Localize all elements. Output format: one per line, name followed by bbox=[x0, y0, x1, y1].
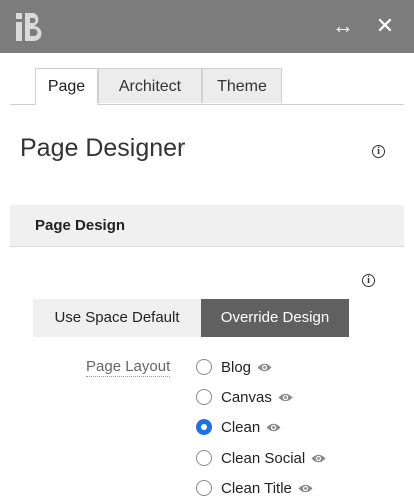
radio-button[interactable] bbox=[196, 359, 212, 375]
layout-option-canvas[interactable]: Canvas bbox=[196, 386, 293, 408]
page-layout-label: Page Layout bbox=[86, 358, 171, 377]
radio-button[interactable] bbox=[196, 480, 212, 496]
info-icon[interactable]: i bbox=[372, 145, 385, 158]
tab-page[interactable]: Page bbox=[35, 68, 98, 105]
ib-logo-icon bbox=[16, 13, 42, 41]
radio-button[interactable] bbox=[196, 450, 212, 466]
layout-option-label: Clean Social bbox=[221, 449, 306, 467]
layout-option-label: Clean Title bbox=[221, 479, 292, 497]
override-design-button[interactable]: Override Design bbox=[201, 299, 349, 337]
tab-bar: Page Architect Theme bbox=[10, 68, 404, 105]
close-icon[interactable]: ✕ bbox=[372, 12, 398, 40]
expand-icon[interactable]: ↔ bbox=[328, 12, 358, 40]
use-space-default-button[interactable]: Use Space Default bbox=[33, 299, 201, 337]
eye-icon[interactable] bbox=[266, 422, 281, 433]
layout-option-label: Canvas bbox=[221, 388, 272, 406]
layout-option-blog[interactable]: Blog bbox=[196, 356, 272, 378]
eye-icon[interactable] bbox=[278, 392, 293, 403]
radio-button[interactable] bbox=[196, 419, 212, 435]
section-header: Page Design bbox=[10, 205, 404, 247]
layout-option-clean-social[interactable]: Clean Social bbox=[196, 447, 326, 469]
panel-titlebar: ↔ ✕ bbox=[0, 0, 414, 53]
layout-option-clean[interactable]: Clean bbox=[196, 416, 281, 438]
section-title: Page Design bbox=[35, 217, 126, 234]
layout-option-label: Blog bbox=[221, 358, 252, 376]
layout-option-label: Clean bbox=[221, 418, 261, 436]
tab-architect[interactable]: Architect bbox=[98, 68, 202, 103]
eye-icon[interactable] bbox=[298, 483, 313, 494]
tab-theme[interactable]: Theme bbox=[202, 68, 282, 103]
page-title: Page Designer bbox=[20, 134, 186, 162]
eye-icon[interactable] bbox=[311, 453, 326, 464]
eye-icon[interactable] bbox=[257, 362, 272, 373]
layout-option-clean-title[interactable]: Clean Title bbox=[196, 477, 313, 499]
info-icon[interactable]: i bbox=[362, 274, 375, 287]
radio-button[interactable] bbox=[196, 389, 212, 405]
